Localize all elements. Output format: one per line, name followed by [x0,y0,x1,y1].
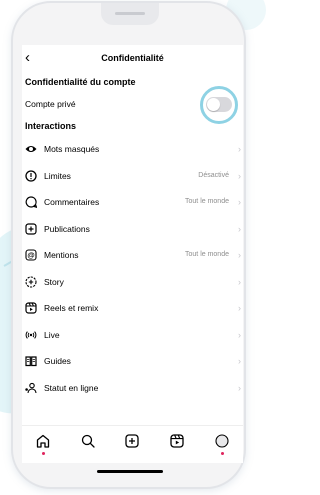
plus-square-icon [25,222,37,235]
home-indicator [97,470,163,473]
svg-text:@: @ [27,251,34,260]
chevron-right-icon: › [238,144,241,154]
item-label: Live [44,329,60,340]
item-label: Limites [44,170,71,181]
item-label: Mots masqués [44,144,100,154]
private-account-row: Compte privé [22,86,243,124]
list-item-hidden-words[interactable]: Mots masqués › [22,136,243,163]
online-status-icon [25,382,37,394]
search-icon[interactable] [81,434,95,448]
chevron-right-icon: › [238,329,241,340]
list-item-mentions[interactable]: @ Mentions Tout le monde › [22,242,243,269]
item-label: Publications [44,223,90,234]
chevron-right-icon: › [238,197,241,207]
chevron-right-icon: › [238,303,241,313]
chevron-right-icon: › [238,382,241,393]
interactions-list: Mots masqués › Limites Désactivé › Comme… [22,136,243,401]
section-title-interactions: Interactions [25,121,77,131]
phone-notch [101,3,159,25]
item-label: Reels et remix [44,303,99,313]
toggle-knob [207,98,220,111]
list-item-limits[interactable]: Limites Désactivé › [22,163,243,190]
chevron-right-icon: › [238,250,241,260]
header: ‹ Confidentialité [22,45,243,72]
item-value: Tout le monde [185,251,229,258]
list-item-reels-remix[interactable]: Reels et remix › [22,295,243,322]
item-value: Désactivé [198,171,229,179]
page-title: Confidentialité [101,53,164,63]
list-item-live[interactable]: Live › [22,322,243,349]
list-item-posts[interactable]: Publications › [22,216,243,243]
item-value: Tout le monde [185,198,229,205]
privacy-screen: ‹ Confidentialité Confidentialité du com… [22,45,243,463]
notification-dot [220,452,224,455]
reels-icon[interactable] [170,434,184,448]
item-label: Guides [44,356,71,366]
eye-icon [25,143,37,155]
chevron-right-icon: › [238,356,241,366]
chevron-right-icon: › [238,223,241,234]
reels-icon [25,302,37,314]
item-label: Commentaires [44,197,100,207]
item-label: Statut en ligne [44,382,99,393]
bottom-nav [22,425,243,462]
notification-dot [41,452,45,455]
comment-icon [25,196,37,208]
alert-circle-icon [25,169,37,182]
private-account-label: Compte privé [25,99,76,109]
speaker-bar [115,12,145,15]
item-label: Mentions [44,250,79,260]
list-item-online-status[interactable]: Statut en ligne › [22,375,243,402]
item-label: Story [44,276,64,287]
private-account-toggle[interactable] [206,97,232,112]
chevron-right-icon: › [238,276,241,287]
live-icon [25,329,37,341]
story-add-icon [25,275,37,288]
home-icon[interactable] [36,434,50,448]
at-icon: @ [25,249,37,261]
profile-icon[interactable] [215,434,229,448]
create-icon[interactable] [125,434,139,448]
list-item-comments[interactable]: Commentaires Tout le monde › [22,189,243,216]
guides-icon [25,355,37,367]
chevron-right-icon: › [238,170,241,181]
list-item-guides[interactable]: Guides › [22,348,243,375]
list-item-story[interactable]: Story › [22,269,243,296]
